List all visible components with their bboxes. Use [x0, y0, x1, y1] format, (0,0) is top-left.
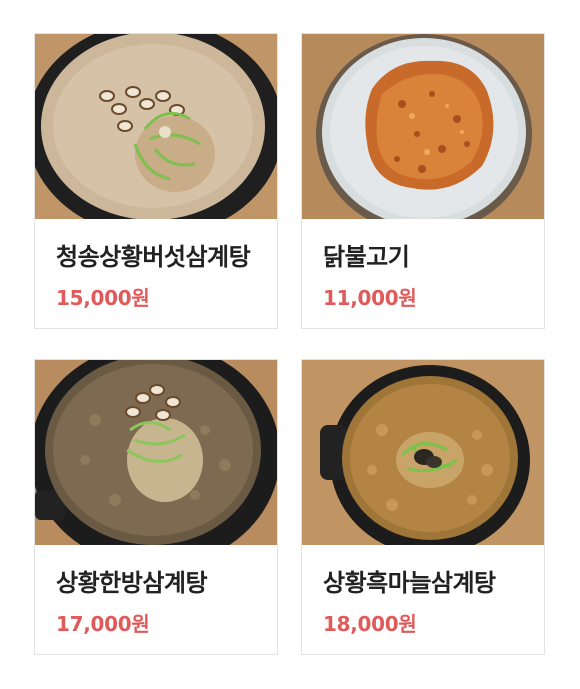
menu-item-name: 청송상황버섯삼계탕 [56, 243, 251, 271]
menu-item-name: 상황흑마늘삼계탕 [323, 569, 496, 597]
menu-item-name: 닭불고기 [323, 243, 410, 271]
grilled-chicken-plate-photo [302, 34, 544, 219]
soup-pot-photo [35, 360, 277, 545]
menu-item-card[interactable]: 닭불고기 11,000원 [301, 33, 545, 329]
soup-pot-photo [302, 360, 544, 545]
menu-item-name: 상황한방삼계탕 [56, 569, 208, 597]
menu-item-price: 18,000원 [323, 612, 417, 636]
soup-bowl-photo [35, 34, 277, 219]
menu-item-price: 15,000원 [56, 286, 150, 310]
menu-item-price: 17,000원 [56, 612, 150, 636]
menu-item-card[interactable]: 청송상황버섯삼계탕 15,000원 [34, 33, 278, 329]
menu-item-card[interactable]: 상황한방삼계탕 17,000원 [34, 359, 278, 655]
menu-item-price: 11,000원 [323, 286, 417, 310]
menu-item-card[interactable]: 상황흑마늘삼계탕 18,000원 [301, 359, 545, 655]
